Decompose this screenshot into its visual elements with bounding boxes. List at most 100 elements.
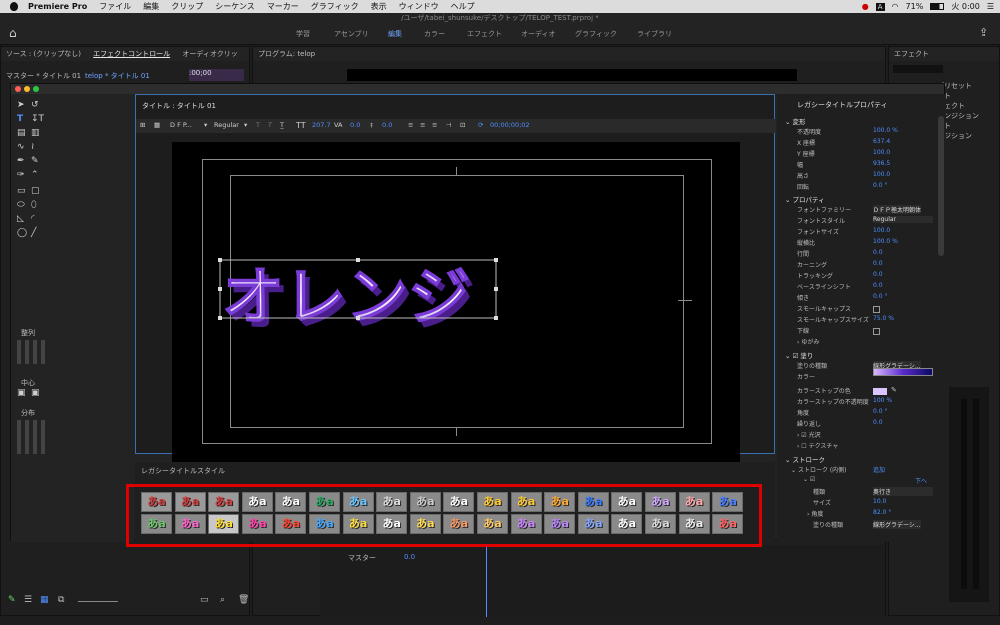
timeline-master-value[interactable]: 0.0	[404, 553, 415, 561]
program-monitor-view[interactable]	[347, 69, 797, 81]
resize-handle[interactable]	[218, 316, 222, 320]
zoom-slider[interactable]	[78, 601, 118, 602]
font-family-dropdown[interactable]: ＤＦＰ極太明朝体	[873, 205, 922, 214]
vertical-area-type-tool-icon[interactable]: ▥	[31, 128, 40, 138]
inner-stroke-row[interactable]: ⌄ ストローク (内側)	[791, 465, 847, 474]
prop-value[interactable]: 0.0	[873, 260, 883, 267]
menu-help[interactable]: ヘルプ	[445, 1, 481, 12]
resize-handle[interactable]	[356, 316, 360, 320]
menu-sequence[interactable]: シーケンス	[209, 1, 261, 12]
resize-handle[interactable]	[494, 287, 498, 291]
control-center-icon[interactable]: ☰	[987, 2, 994, 11]
stroke-move-down-link[interactable]: 下へ	[915, 476, 927, 485]
prop-value[interactable]: 100.0	[873, 171, 890, 178]
prop-value[interactable]: 100.0	[873, 149, 890, 156]
gradient-color-bar[interactable]	[873, 368, 933, 376]
playhead[interactable]	[486, 545, 487, 617]
rotation-tool-icon[interactable]: ↺	[31, 100, 39, 110]
menu-window[interactable]: ウィンドウ	[393, 1, 445, 12]
prop-value[interactable]: 100 %	[873, 397, 892, 404]
title-text-object[interactable]: オレンジ オレンジ	[216, 256, 506, 344]
prop-value[interactable]: 100.0 %	[873, 238, 898, 245]
show-video-icon[interactable]: ⊡	[460, 121, 465, 129]
rounded-corner-tool-icon[interactable]: ⬯	[31, 200, 37, 210]
section-distort[interactable]: › ゆがみ	[797, 337, 819, 346]
wifi-icon[interactable]: ◠	[892, 2, 899, 11]
align-left-icon[interactable]: ≡	[408, 121, 413, 129]
menu-graphics[interactable]: グラフィック	[305, 1, 365, 12]
title-canvas[interactable]: オレンジ オレンジ	[172, 142, 740, 462]
search-icon[interactable]: ⌕	[220, 595, 225, 605]
clock[interactable]: 火 0:00	[951, 1, 980, 12]
center-vertical-icon[interactable]: ▣	[17, 388, 26, 398]
line-tool-icon[interactable]: ╱	[31, 228, 36, 238]
color-stop-swatch[interactable]	[873, 388, 887, 395]
prop-value[interactable]: 100.0	[873, 227, 890, 234]
app-name[interactable]: Premiere Pro	[22, 2, 93, 11]
section-properties[interactable]: ⌄ プロパティ	[785, 194, 825, 204]
home-icon[interactable]: ⌂	[9, 26, 17, 40]
vertical-path-type-tool-icon[interactable]: ≀	[31, 142, 34, 152]
background-timecode[interactable]: 00;00;00;02	[490, 121, 530, 129]
prop-value[interactable]: 0.0	[873, 271, 883, 278]
wedge-tool-icon[interactable]: ◺	[17, 214, 24, 224]
zoom-window-icon[interactable]	[33, 86, 39, 92]
stroke-add-link[interactable]: 追加	[873, 465, 885, 474]
stroke-enabled-checkbox[interactable]: ⌄ ☑	[803, 476, 815, 483]
bold-icon[interactable]: T	[256, 121, 260, 129]
tab-stops-icon[interactable]: ⊣	[446, 121, 452, 129]
font-style-dropdown-icon[interactable]: ▾	[244, 121, 247, 129]
clipped-rectangle-tool-icon[interactable]: ⬭	[17, 200, 25, 210]
align-center-icon[interactable]: ≡	[420, 121, 425, 129]
mini-timeline[interactable]: :00;00	[189, 69, 244, 81]
prop-value[interactable]: 75.0 %	[873, 315, 894, 322]
prop-value[interactable]: 10.0	[873, 498, 886, 505]
arc-tool-icon[interactable]: ◜	[31, 214, 35, 224]
prop-value[interactable]: 936.5	[873, 160, 890, 167]
keyboard-input-icon[interactable]: A	[875, 2, 885, 11]
resize-handle[interactable]	[356, 258, 360, 262]
pen-tool-icon[interactable]: ✒	[17, 156, 25, 166]
resize-handle[interactable]	[218, 287, 222, 291]
new-bin-icon[interactable]: ▭	[200, 595, 209, 605]
background-timecode-icon[interactable]: ⟳	[478, 121, 483, 129]
type-tool-icon[interactable]: T	[17, 114, 23, 124]
rounded-rectangle-tool-icon[interactable]: ▢	[31, 186, 40, 196]
workspace-tab-audio[interactable]: オーディオ	[521, 29, 556, 39]
prop-value[interactable]: 0.0 °	[873, 182, 887, 189]
workspace-tab-libraries[interactable]: ライブラリ	[637, 29, 672, 39]
trash-icon[interactable]: 🗑	[238, 595, 249, 605]
new-title-icon[interactable]: ⊞	[140, 121, 145, 129]
section-transform[interactable]: ⌄ 変形	[785, 116, 806, 126]
close-window-icon[interactable]	[15, 86, 21, 92]
share-icon[interactable]: ⇪	[979, 26, 988, 39]
stroke-type-dropdown[interactable]: 奥行き	[873, 487, 933, 496]
align-right-icon[interactable]: ≡	[432, 121, 437, 129]
resize-handle[interactable]	[218, 258, 222, 262]
workspace-tab-effects[interactable]: エフェクト	[467, 29, 502, 39]
add-anchor-tool-icon[interactable]: ✎	[31, 156, 39, 166]
effects-search-input[interactable]	[893, 65, 943, 73]
template-icon[interactable]: ▦	[154, 121, 160, 129]
prop-value[interactable]: 0.0	[873, 282, 883, 289]
rectangle-tool-icon[interactable]: ▭	[17, 186, 26, 196]
props-scrollbar[interactable]	[938, 116, 944, 256]
menu-edit[interactable]: 編集	[137, 1, 165, 12]
tab-effect-controls[interactable]: エフェクトコントロール	[93, 50, 170, 58]
path-type-tool-icon[interactable]: ∿	[17, 142, 25, 152]
freeform-view-icon[interactable]: ⧉	[58, 595, 64, 605]
font-style-dropdown[interactable]: Regular	[873, 216, 933, 223]
sheen-row[interactable]: › ☑ 光沢	[797, 430, 821, 439]
leading-value[interactable]: 0.0	[382, 121, 392, 129]
font-family-dropdown-icon[interactable]: ▾	[204, 121, 207, 129]
sequence-clip-label[interactable]: telop * タイトル 01	[85, 71, 150, 81]
font-style-select[interactable]: Regular	[214, 121, 239, 129]
vertical-type-tool-icon[interactable]: ↧T	[31, 114, 44, 124]
italic-icon[interactable]: T	[268, 121, 272, 129]
underline-checkbox[interactable]	[873, 328, 880, 335]
section-stroke[interactable]: ⌄ ストローク	[785, 454, 825, 464]
prop-value[interactable]: 100.0 %	[873, 127, 898, 134]
prop-value[interactable]: 0.0 °	[873, 293, 887, 300]
list-view-icon[interactable]: ☰	[24, 595, 32, 605]
delete-anchor-tool-icon[interactable]: ✑	[17, 170, 25, 180]
